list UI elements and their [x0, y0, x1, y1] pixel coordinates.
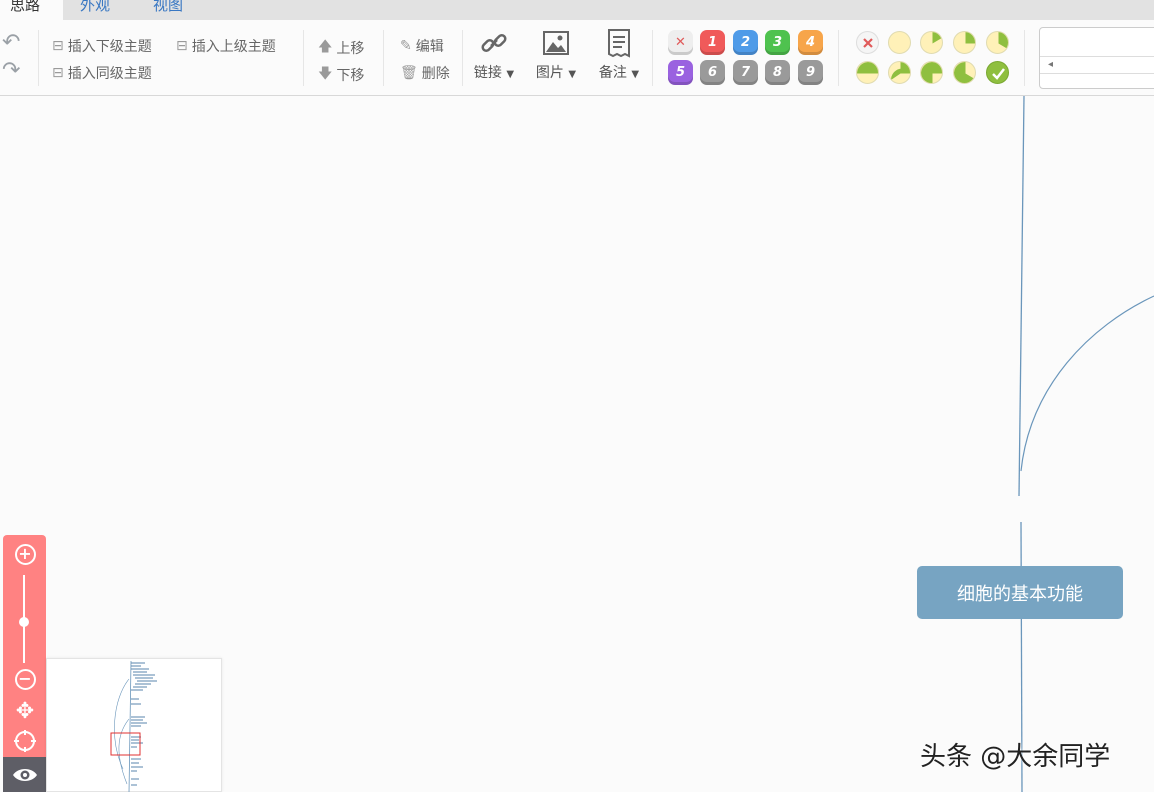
caret-down-icon: ▼: [631, 69, 640, 80]
priority-9-icon[interactable]: 9: [798, 60, 823, 85]
eye-icon: [12, 768, 37, 781]
progress-complete-icon[interactable]: [986, 61, 1009, 84]
move-up-button[interactable]: 🡅 上移: [318, 36, 364, 60]
arrow-up-icon: 🡅: [318, 39, 333, 55]
scroll-left-icon[interactable]: ◂: [1048, 59, 1053, 70]
divider: [38, 30, 39, 86]
progress-4-icon[interactable]: [856, 61, 879, 84]
minus-icon: −: [14, 668, 36, 690]
toolbar: ↶ ↷ ⊟ 插入下级主题 ⊟ 插入上级主题 ⊟ 插入同级主题 🡅 上移 🡇 下移…: [0, 20, 1154, 96]
note-icon: [608, 29, 630, 58]
insert-child-button[interactable]: ⊟ 插入下级主题: [52, 36, 152, 56]
delete-label: 删除: [421, 66, 450, 82]
move-up-label: 上移: [336, 41, 365, 57]
link-label: 链接: [473, 65, 502, 81]
insert-child-label: 插入下级主题: [67, 39, 152, 55]
progress-2-icon[interactable]: [953, 31, 976, 54]
divider: [383, 30, 384, 86]
progress-5-icon[interactable]: [888, 61, 911, 84]
priority-3-icon[interactable]: 3: [765, 30, 790, 55]
edit-button[interactable]: ✎ 编辑: [400, 36, 444, 56]
locate-root-button[interactable]: [13, 729, 37, 753]
target-icon: [14, 730, 36, 752]
topic-node-main[interactable]: 细胞的基本功能: [917, 566, 1123, 619]
caret-down-icon: ▼: [506, 69, 515, 80]
link-icon: [481, 33, 507, 53]
link-button[interactable]: 链接 ▼: [467, 28, 521, 82]
divider: [1024, 30, 1025, 86]
move-down-button[interactable]: 🡇 下移: [318, 63, 364, 87]
insert-parent-icon: ⊟: [176, 38, 188, 54]
tab-appearance[interactable]: 外观: [70, 0, 120, 20]
delete-button[interactable]: 🗑 删除: [400, 63, 450, 83]
tab-bar: 思路 外观 视图: [0, 0, 1154, 20]
image-icon: [543, 31, 569, 55]
priority-5-icon[interactable]: 5: [668, 60, 693, 85]
progress-6-icon[interactable]: [920, 61, 943, 84]
insert-sibling-label: 插入同级主题: [67, 66, 152, 82]
divider: [303, 30, 304, 86]
move-down-label: 下移: [336, 68, 365, 84]
tab-idea[interactable]: 思路: [0, 0, 63, 20]
divider: [652, 30, 653, 86]
priority-4-icon[interactable]: 4: [798, 30, 823, 55]
arrow-down-icon: 🡇: [318, 66, 333, 82]
divider: [838, 30, 839, 86]
note-button[interactable]: 备注 ▼: [592, 28, 646, 82]
image-label: 图片: [535, 65, 564, 81]
plus-icon: +: [14, 543, 36, 565]
undo-icon[interactable]: ↶: [2, 30, 20, 55]
insert-parent-button[interactable]: ⊟ 插入上级主题: [176, 36, 276, 56]
move-canvas-icon[interactable]: ✥: [13, 699, 37, 724]
watermark: 头条 @大余同学: [920, 742, 1111, 772]
zoom-panel: + − ✥: [3, 535, 46, 792]
toggle-minimap-button[interactable]: [3, 757, 46, 792]
trash-icon: 🗑: [400, 65, 418, 81]
zoom-out-button[interactable]: −: [13, 667, 37, 691]
progress-7-icon[interactable]: [953, 61, 976, 84]
template-selector[interactable]: ◂: [1039, 27, 1154, 89]
minimap[interactable]: [46, 658, 222, 792]
edit-label: 编辑: [415, 39, 444, 55]
priority-7-icon[interactable]: 7: [733, 60, 758, 85]
minimap-preview: [110, 660, 157, 792]
insert-parent-label: 插入上级主题: [191, 39, 276, 55]
tab-view[interactable]: 视图: [143, 0, 193, 20]
progress-0-icon[interactable]: [888, 31, 911, 54]
caret-down-icon: ▼: [568, 69, 577, 80]
zoom-slider-handle[interactable]: [19, 617, 29, 627]
priority-6-icon[interactable]: 6: [700, 60, 725, 85]
priority-remove-icon[interactable]: ✕: [668, 30, 693, 55]
insert-sibling-button[interactable]: ⊟ 插入同级主题: [52, 63, 152, 83]
progress-1-icon[interactable]: [920, 31, 943, 54]
priority-8-icon[interactable]: 8: [765, 60, 790, 85]
progress-remove-icon[interactable]: [856, 31, 879, 54]
priority-2-icon[interactable]: 2: [733, 30, 758, 55]
edit-icon: ✎: [400, 38, 412, 54]
insert-sibling-icon: ⊟: [52, 65, 64, 81]
zoom-in-button[interactable]: +: [13, 542, 37, 566]
insert-child-icon: ⊟: [52, 38, 64, 54]
progress-3-icon[interactable]: [986, 31, 1009, 54]
redo-icon[interactable]: ↷: [2, 58, 20, 83]
image-button[interactable]: 图片 ▼: [529, 28, 583, 82]
divider: [462, 30, 463, 86]
note-label: 备注: [598, 65, 627, 81]
priority-1-icon[interactable]: 1: [700, 30, 725, 55]
